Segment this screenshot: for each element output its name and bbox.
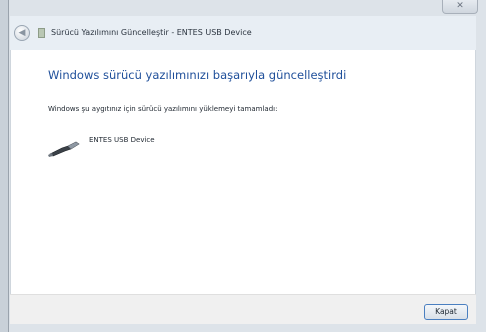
dialog-window: ✕ ◀ Sürücü Yazılımını Güncelleştir - ENT… xyxy=(0,0,486,332)
close-icon: ✕ xyxy=(456,1,464,11)
window-close-button[interactable]: ✕ xyxy=(442,0,478,14)
content-panel xyxy=(10,50,476,294)
window-title: Sürücü Yazılımını Güncelleştir - ENTES U… xyxy=(51,28,252,37)
device-name: ENTES USB Device xyxy=(89,136,155,144)
back-arrow-icon: ◀ xyxy=(18,28,26,38)
background-window-edge xyxy=(0,0,8,332)
page-heading: Windows sürücü yazılımınızı başarıyla gü… xyxy=(48,68,347,82)
usb-device-icon xyxy=(48,141,80,157)
footer-bar xyxy=(10,294,476,324)
driver-wizard-icon xyxy=(38,28,45,38)
status-message: Windows şu aygıtınız için sürücü yazılım… xyxy=(48,105,278,113)
kapat-button[interactable]: Kapat xyxy=(424,304,468,320)
back-button[interactable]: ◀ xyxy=(14,25,30,41)
